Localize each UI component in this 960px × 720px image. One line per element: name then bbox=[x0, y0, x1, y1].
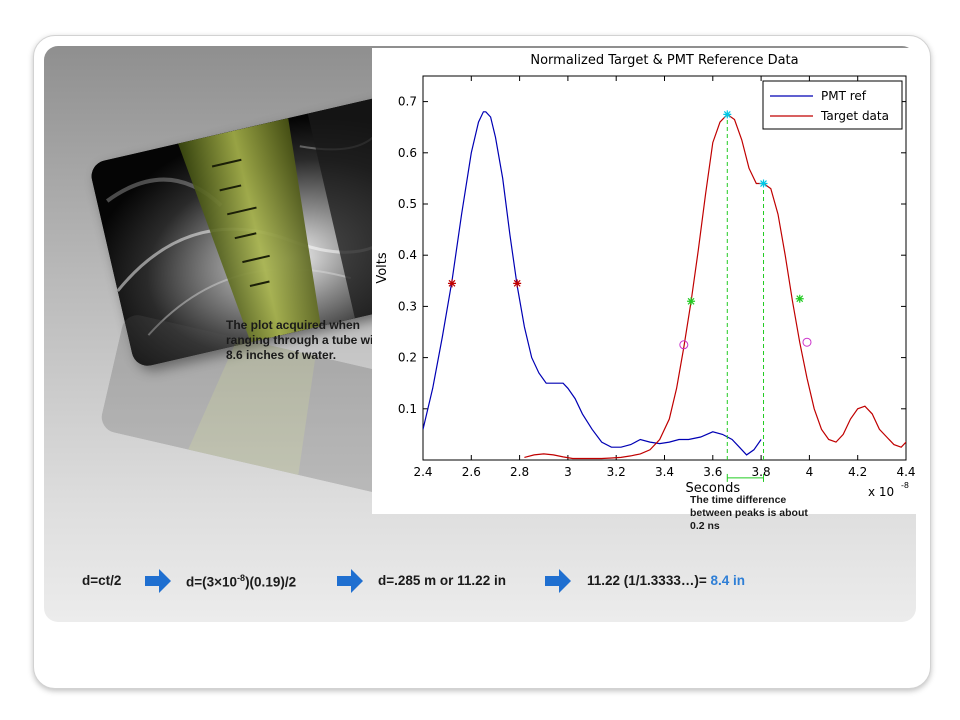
star-marker bbox=[723, 110, 732, 119]
formula-2: d=(3×10-8)(0.19)/2 bbox=[186, 573, 296, 590]
star-marker bbox=[447, 279, 456, 288]
star-marker bbox=[513, 279, 522, 288]
star-marker bbox=[795, 294, 804, 303]
x-tick-label: 3 bbox=[564, 465, 572, 479]
legend-label: Target data bbox=[820, 109, 889, 123]
y-tick-label: 0.7 bbox=[398, 95, 417, 109]
x-tick-label: 3.4 bbox=[655, 465, 674, 479]
plot-area bbox=[422, 75, 907, 461]
formula-3: d=.285 m or 11.22 in bbox=[378, 573, 506, 588]
x-tick-label: 4.4 bbox=[896, 465, 915, 479]
right-arrow-icon bbox=[545, 569, 571, 593]
y-tick-label: 0.2 bbox=[398, 351, 417, 365]
formula-4-result: 8.4 in bbox=[710, 573, 745, 588]
formula-2-prefix: d=(3×10 bbox=[186, 574, 238, 590]
chart-container: Normalized Target & PMT Reference Data 2.… bbox=[372, 48, 918, 514]
x-tick-label: 2.4 bbox=[413, 465, 432, 479]
legend: PMT ref Target data bbox=[762, 80, 903, 130]
star-marker bbox=[687, 297, 696, 306]
formula-2-suffix: )(0.19)/2 bbox=[245, 574, 297, 590]
formula-4: 11.22 (1/1.3333…)= 8.4 in bbox=[587, 573, 745, 588]
formula-1: d=ct/2 bbox=[82, 573, 121, 588]
right-arrow-icon bbox=[337, 569, 363, 593]
formula-1-text: d=ct/2 bbox=[82, 573, 122, 588]
y-tick-label: 0.4 bbox=[398, 248, 417, 262]
star-marker bbox=[759, 179, 768, 188]
time-difference-note: The time difference between peaks is abo… bbox=[690, 494, 808, 532]
x-tick-label: 4.2 bbox=[848, 465, 867, 479]
y-tick-label: 0.1 bbox=[398, 402, 417, 416]
formula-2-exponent: -8 bbox=[237, 573, 246, 583]
chart-title: Normalized Target & PMT Reference Data bbox=[530, 53, 798, 68]
right-arrow-icon bbox=[145, 569, 171, 593]
x-tick-label: 3.8 bbox=[752, 465, 771, 479]
plot-caption: The plot acquired when ranging through a… bbox=[226, 318, 385, 362]
y-tick-label: 0.6 bbox=[398, 146, 417, 160]
chart-svg: Normalized Target & PMT Reference Data 2.… bbox=[372, 48, 918, 514]
formula-4-prefix: 11.22 (1/1.3333…)= bbox=[587, 573, 711, 588]
y-axis-label: Volts bbox=[375, 252, 390, 284]
legend-label: PMT ref bbox=[821, 89, 867, 103]
x-multiplier-exponent: -8 bbox=[901, 481, 909, 490]
x-tick-label: 3.6 bbox=[703, 465, 722, 479]
x-tick-label: 2.6 bbox=[462, 465, 481, 479]
y-tick-label: 0.5 bbox=[398, 197, 417, 211]
x-tick-label: 4 bbox=[806, 465, 814, 479]
x-tick-label: 3.2 bbox=[607, 465, 626, 479]
y-tick-label: 0.3 bbox=[398, 299, 417, 313]
formula-3-text: d=.285 m or 11.22 in bbox=[378, 573, 506, 588]
x-tick-label: 2.8 bbox=[510, 465, 529, 479]
x-multiplier-label: x 10 bbox=[868, 485, 894, 499]
